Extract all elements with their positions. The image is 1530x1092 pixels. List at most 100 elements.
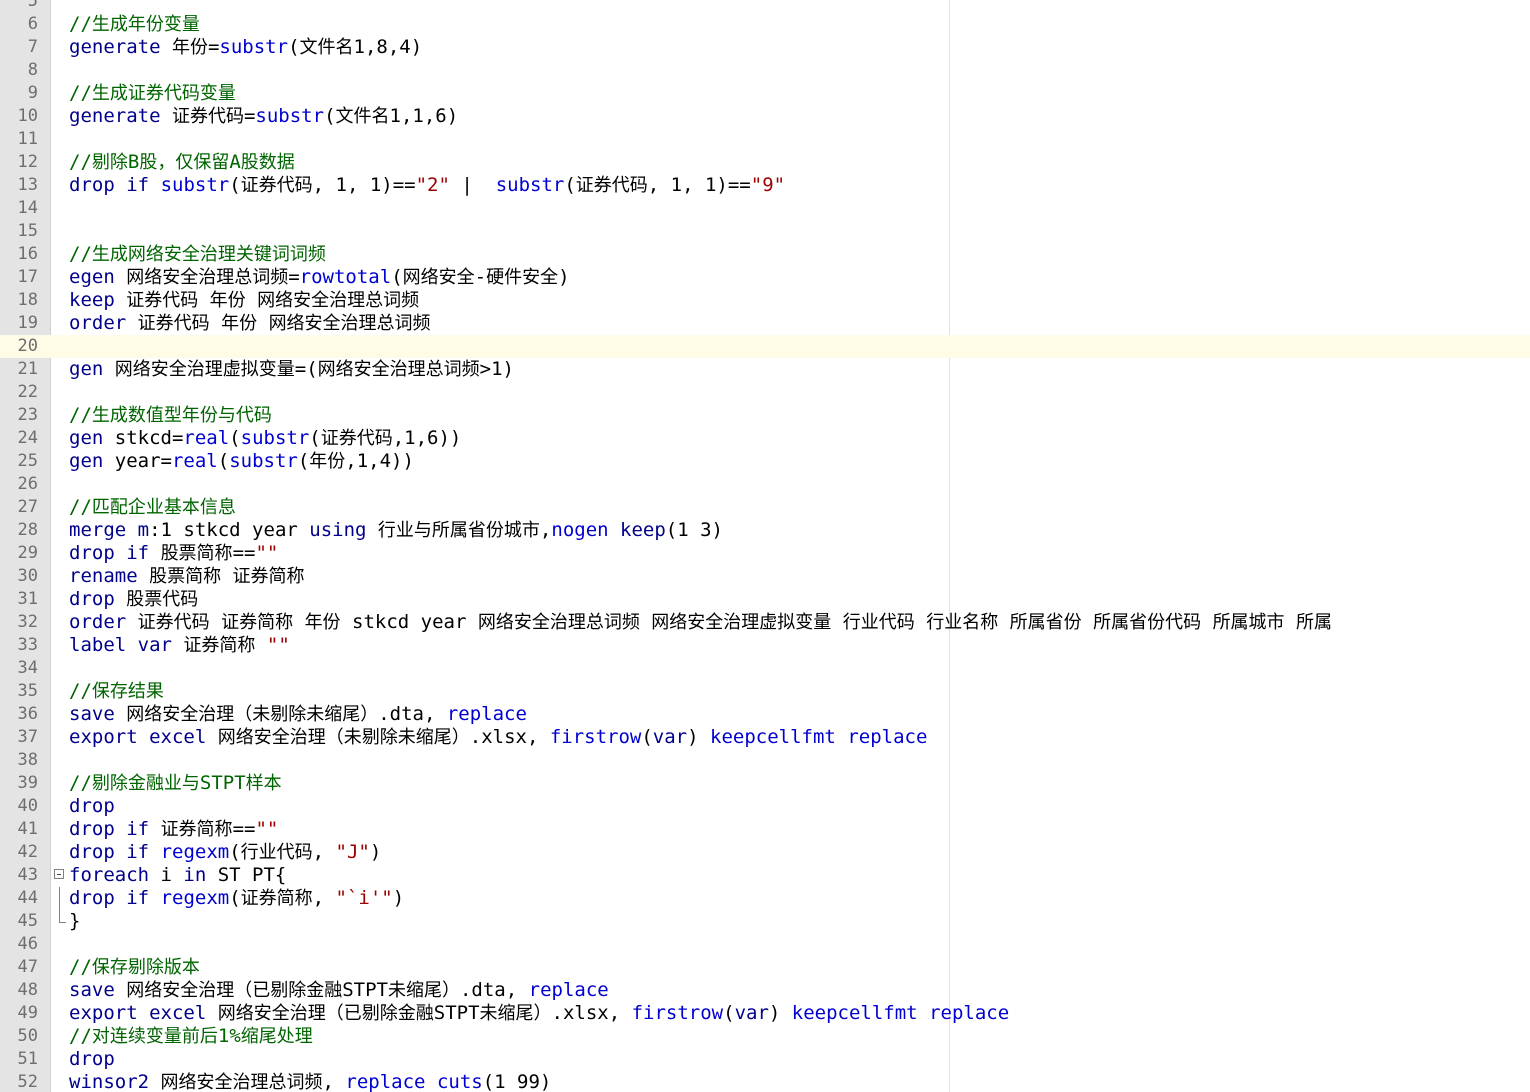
code-line[interactable]: 39 //剔除金融业与STPT样本: [0, 772, 1530, 795]
code-text: drop: [69, 795, 115, 817]
code-line[interactable]: 51 drop: [0, 1048, 1530, 1071]
code-line[interactable]: 36 save 网络安全治理（未剔除未缩尾）.dta, replace: [0, 703, 1530, 726]
code-line[interactable]: 43 foreach i in ST PT{: [0, 864, 1530, 887]
code-line[interactable]: 12 //剔除B股，仅保留A股数据: [0, 151, 1530, 174]
code-text: drop 股票代码: [69, 588, 199, 610]
code-line[interactable]: 45}: [0, 910, 1530, 933]
code-text: //剔除金融业与STPT样本: [69, 772, 282, 794]
code-line[interactable]: 52 winsor2 网络安全治理总词频, replace cuts(1 99): [0, 1071, 1530, 1092]
line-number: 49: [17, 1003, 38, 1023]
code-text: gen year=real(substr(年份,1,4)): [69, 450, 414, 472]
line-number: 9: [27, 83, 38, 103]
code-line[interactable]: 22: [0, 381, 1530, 404]
code-line[interactable]: 5: [0, 0, 1530, 13]
code-line[interactable]: 19 order 证券代码 年份 网络安全治理总词频: [0, 312, 1530, 335]
code-line[interactable]: 50 //对连续变量前后1%缩尾处理: [0, 1025, 1530, 1048]
code-text: drop if regexm(行业代码, "J"): [69, 841, 382, 863]
code-line[interactable]: 35 //保存结果: [0, 680, 1530, 703]
code-line[interactable]: 9 //生成证券代码变量: [0, 82, 1530, 105]
code-line[interactable]: 23 //生成数值型年份与代码: [0, 404, 1530, 427]
line-number: 10: [17, 106, 38, 126]
code-line[interactable]: 46: [0, 933, 1530, 956]
code-line[interactable]: 8: [0, 59, 1530, 82]
code-line[interactable]: 20: [0, 335, 1530, 358]
code-line[interactable]: 27 //匹配企业基本信息: [0, 496, 1530, 519]
line-number: 6: [27, 14, 38, 34]
code-text: //保存剔除版本: [69, 956, 200, 978]
code-text: winsor2 网络安全治理总词频, replace cuts(1 99): [69, 1071, 552, 1092]
line-number: 19: [17, 313, 38, 333]
code-line[interactable]: 26: [0, 473, 1530, 496]
code-editor[interactable]: 5 6 //生成年份变量 7 generate 年份=substr(文件名1,8,4) 8…: [0, 0, 1530, 1092]
line-number: 24: [17, 428, 38, 448]
code-text: gen stkcd=real(substr(证券代码,1,6)): [69, 427, 462, 449]
line-number: 30: [17, 566, 38, 586]
code-line[interactable]: 29 drop if 股票简称=="": [0, 542, 1530, 565]
code-text: order 证券代码 年份 网络安全治理总词频: [69, 312, 431, 334]
line-number: 39: [17, 773, 38, 793]
code-text: //对连续变量前后1%缩尾处理: [69, 1025, 313, 1047]
code-text: keep 证券代码 年份 网络安全治理总词频: [69, 289, 420, 311]
code-text: }: [69, 910, 81, 932]
line-number: 37: [17, 727, 38, 747]
line-number: 34: [17, 658, 38, 678]
line-number: 12: [17, 152, 38, 172]
code-line[interactable]: 49 export excel 网络安全治理（已剔除金融STPT未缩尾）.xlsx…: [0, 1002, 1530, 1025]
code-line[interactable]: 48 save 网络安全治理（已剔除金融STPT未缩尾）.dta, replace: [0, 979, 1530, 1002]
code-line[interactable]: 16 //生成网络安全治理关键词词频: [0, 243, 1530, 266]
code-line[interactable]: 25 gen year=real(substr(年份,1,4)): [0, 450, 1530, 473]
code-line[interactable]: 34: [0, 657, 1530, 680]
code-line[interactable]: 11: [0, 128, 1530, 151]
fold-end-marker: [59, 910, 66, 923]
code-text: export excel 网络安全治理（已剔除金融STPT未缩尾）.xlsx, …: [69, 1002, 1010, 1024]
code-text: gen 网络安全治理虚拟变量=(网络安全治理总词频>1): [69, 358, 514, 380]
code-line[interactable]: 6 //生成年份变量: [0, 13, 1530, 36]
line-number: 50: [17, 1026, 38, 1046]
code-text: //剔除B股，仅保留A股数据: [69, 151, 295, 173]
code-line[interactable]: 40 drop: [0, 795, 1530, 818]
line-number: 21: [17, 359, 38, 379]
line-number: 20: [17, 336, 38, 356]
code-line[interactable]: 37 export excel 网络安全治理（未剔除未缩尾）.xlsx, firs…: [0, 726, 1530, 749]
code-line[interactable]: 31 drop 股票代码: [0, 588, 1530, 611]
fold-toggle-icon[interactable]: [54, 869, 64, 879]
code-line[interactable]: 30 rename 股票简称 证券简称: [0, 565, 1530, 588]
code-line[interactable]: 47 //保存剔除版本: [0, 956, 1530, 979]
code-line[interactable]: 10 generate 证券代码=substr(文件名1,1,6): [0, 105, 1530, 128]
code-line[interactable]: 44 drop if regexm(证券简称, "`i'"): [0, 887, 1530, 910]
code-line[interactable]: 17 egen 网络安全治理总词频=rowtotal(网络安全-硬件安全): [0, 266, 1530, 289]
code-line[interactable]: 38: [0, 749, 1530, 772]
line-number: 51: [17, 1049, 38, 1069]
code-line[interactable]: 13 drop if substr(证券代码, 1, 1)=="2" | subs…: [0, 174, 1530, 197]
code-text: drop if 股票简称=="": [69, 542, 279, 564]
code-line[interactable]: 14: [0, 197, 1530, 220]
code-line[interactable]: 15: [0, 220, 1530, 243]
code-line[interactable]: 24 gen stkcd=real(substr(证券代码,1,6)): [0, 427, 1530, 450]
code-text: label var 证券简称 "": [69, 634, 290, 656]
fold-guide-line: [59, 887, 60, 910]
line-number: 28: [17, 520, 38, 540]
line-number: 15: [17, 221, 38, 241]
code-line[interactable]: 32 order 证券代码 证券简称 年份 stkcd year 网络安全治理总词…: [0, 611, 1530, 634]
line-number: 14: [17, 198, 38, 218]
line-number: 47: [17, 957, 38, 977]
code-line[interactable]: 41 drop if 证券简称=="": [0, 818, 1530, 841]
code-text: generate 证券代码=substr(文件名1,1,6): [69, 105, 459, 127]
line-number: 44: [17, 888, 38, 908]
code-text: save 网络安全治理（未剔除未缩尾）.dta, replace: [69, 703, 527, 725]
code-text: drop: [69, 1048, 115, 1070]
line-number: 38: [17, 750, 38, 770]
code-text: foreach i in ST PT{: [69, 864, 287, 886]
code-line[interactable]: 42 drop if regexm(行业代码, "J"): [0, 841, 1530, 864]
code-line[interactable]: 33 label var 证券简称 "": [0, 634, 1530, 657]
code-text: drop if regexm(证券简称, "`i'"): [69, 887, 405, 909]
code-line[interactable]: 18 keep 证券代码 年份 网络安全治理总词频: [0, 289, 1530, 312]
code-line[interactable]: 21 gen 网络安全治理虚拟变量=(网络安全治理总词频>1): [0, 358, 1530, 381]
line-number: 26: [17, 474, 38, 494]
line-number: 29: [17, 543, 38, 563]
code-text: //保存结果: [69, 680, 164, 702]
code-line[interactable]: 7 generate 年份=substr(文件名1,8,4): [0, 36, 1530, 59]
line-number: 35: [17, 681, 38, 701]
code-line[interactable]: 28 merge m:1 stkcd year using 行业与所属省份城市,n…: [0, 519, 1530, 542]
code-text: export excel 网络安全治理（未剔除未缩尾）.xlsx, firstr…: [69, 726, 928, 748]
